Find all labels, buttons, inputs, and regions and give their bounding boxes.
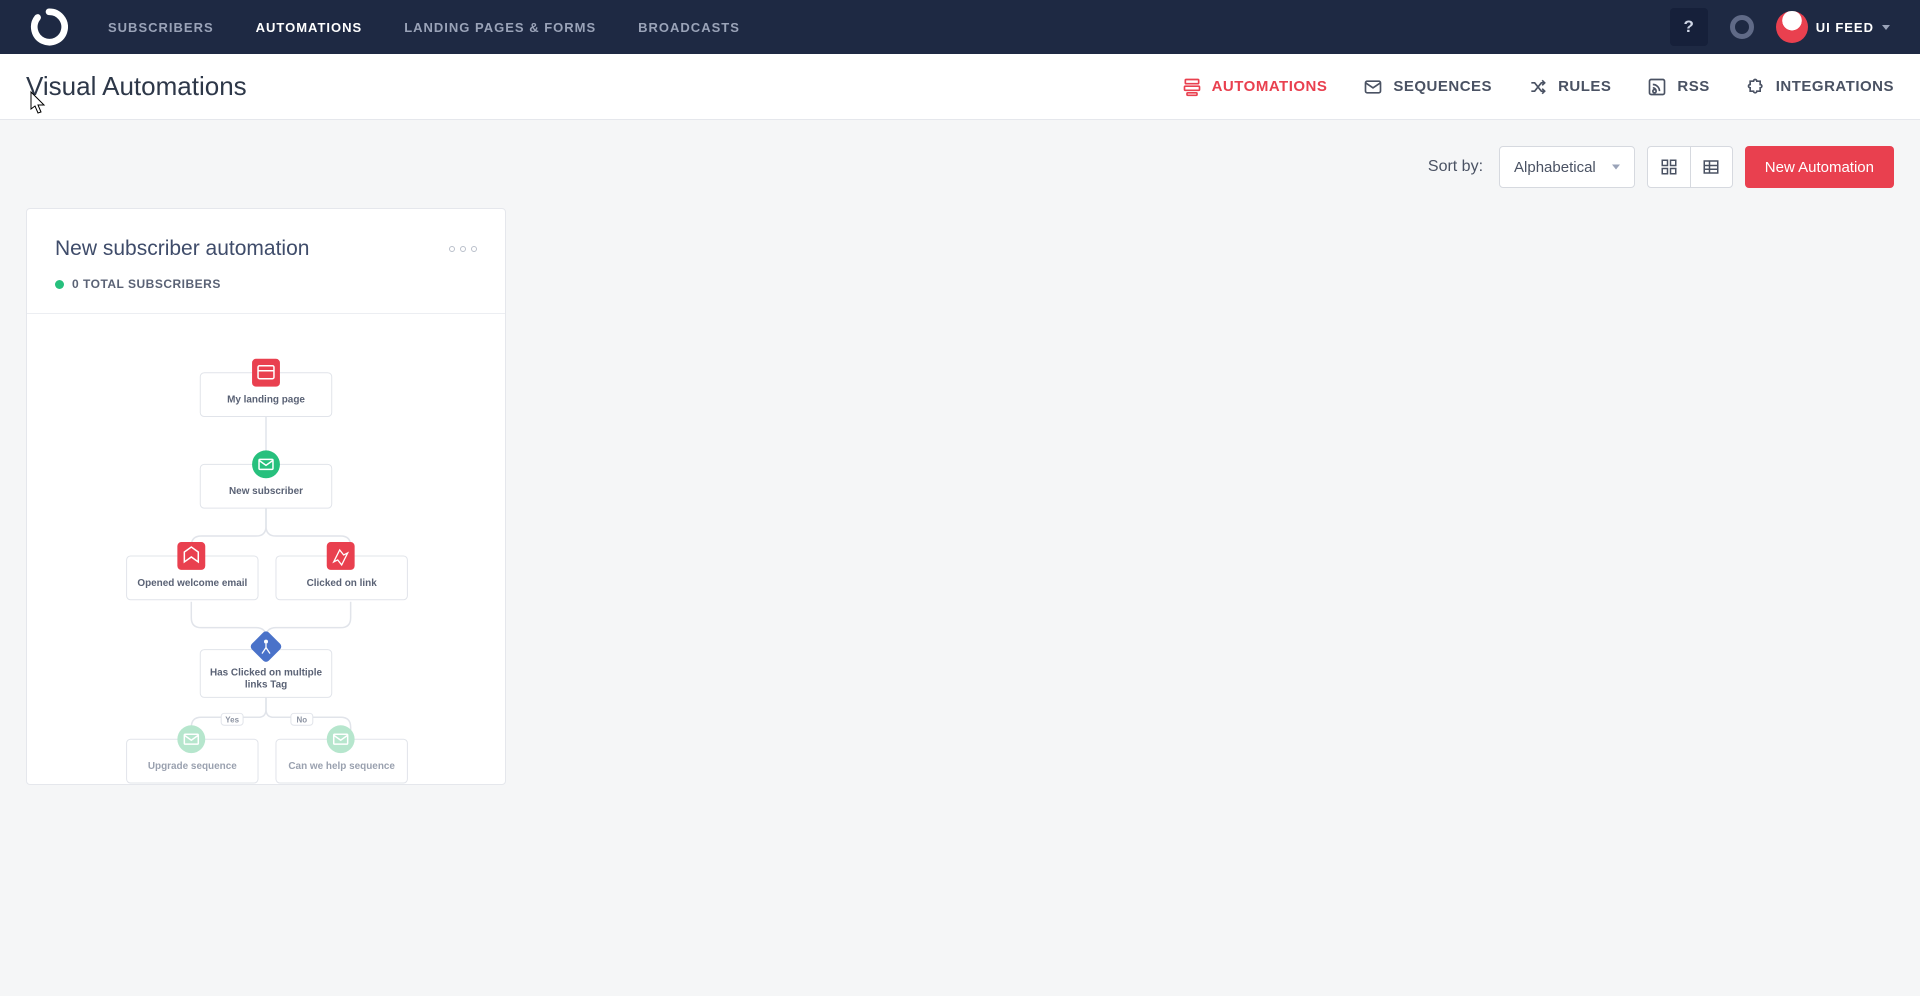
svg-text:Yes: Yes: [225, 715, 239, 724]
card-more-icon[interactable]: [449, 246, 477, 252]
rss-icon: [1647, 77, 1667, 97]
secondary-nav: AUTOMATIONS SEQUENCES RULES RSS INTEGRAT…: [1182, 77, 1894, 97]
subnav-rules[interactable]: RULES: [1528, 77, 1611, 97]
node-upgrade-label: Upgrade sequence: [148, 761, 237, 772]
subnav-sequences[interactable]: SEQUENCES: [1363, 77, 1492, 97]
sort-select[interactable]: Alphabetical: [1499, 146, 1635, 188]
node-new-subscriber: New subscriber: [200, 450, 331, 508]
node-help-sequence: Can we help sequence: [276, 725, 407, 783]
secondary-bar: Visual Automations AUTOMATIONS SEQUENCES…: [0, 54, 1920, 120]
automation-icon: [1182, 77, 1202, 97]
card-title[interactable]: New subscriber automation: [55, 237, 309, 261]
node-upgrade-sequence: Upgrade sequence: [127, 725, 258, 783]
status-indicator-icon: [1730, 15, 1754, 39]
user-label: UI FEED: [1816, 20, 1874, 35]
view-list-button[interactable]: [1690, 147, 1732, 187]
shuffle-icon: [1528, 77, 1548, 97]
nav-landing-pages[interactable]: LANDING PAGES & FORMS: [404, 20, 596, 35]
node-help-label: Can we help sequence: [288, 761, 395, 772]
user-menu[interactable]: UI FEED: [1776, 11, 1890, 43]
help-button[interactable]: ?: [1670, 8, 1708, 46]
nav-subscribers[interactable]: SUBSCRIBERS: [108, 20, 214, 35]
new-automation-button[interactable]: New Automation: [1745, 146, 1894, 188]
node-newsub-label: New subscriber: [229, 486, 303, 497]
node-landing-page: My landing page: [200, 359, 331, 417]
chevron-down-icon: [1882, 25, 1890, 30]
card-area: New subscriber automation 0 TOTAL SUBSCR…: [0, 208, 1920, 785]
node-cond-l1: Has Clicked on multiple: [210, 667, 323, 678]
node-clicked-label: Clicked on link: [307, 578, 378, 589]
svg-text:No: No: [297, 715, 308, 724]
node-opened-email: Opened welcome email: [127, 542, 258, 600]
view-toggle: [1647, 146, 1733, 188]
topnav-links: SUBSCRIBERS AUTOMATIONS LANDING PAGES & …: [108, 20, 740, 35]
puzzle-icon: [1746, 77, 1766, 97]
grid-icon: [1660, 158, 1678, 176]
subscribers-row: 0 TOTAL SUBSCRIBERS: [55, 277, 477, 291]
node-landing-label: My landing page: [227, 395, 305, 406]
top-nav: SUBSCRIBERS AUTOMATIONS LANDING PAGES & …: [0, 0, 1920, 54]
toolbar: Sort by: Alphabetical New Automation: [0, 120, 1920, 208]
page-title: Visual Automations: [26, 71, 247, 102]
automation-card[interactable]: New subscriber automation 0 TOTAL SUBSCR…: [26, 208, 506, 785]
subnav-rss[interactable]: RSS: [1647, 77, 1709, 97]
node-condition: Has Clicked on multiple links Tag: [200, 630, 331, 698]
card-header: New subscriber automation 0 TOTAL SUBSCR…: [27, 209, 505, 314]
logo[interactable]: [30, 8, 68, 46]
envelope-icon: [1363, 77, 1383, 97]
subscribers-count: 0 TOTAL SUBSCRIBERS: [72, 277, 221, 291]
loop-icon: [30, 8, 68, 46]
pill-no: No: [291, 713, 313, 725]
node-cond-l2: links Tag: [245, 679, 287, 690]
list-icon: [1702, 158, 1720, 176]
subnav-integrations[interactable]: INTEGRATIONS: [1746, 77, 1894, 97]
view-grid-button[interactable]: [1648, 147, 1690, 187]
subnav-automations[interactable]: AUTOMATIONS: [1182, 77, 1328, 97]
node-opened-label: Opened welcome email: [137, 578, 247, 589]
node-clicked-link: Clicked on link: [276, 542, 407, 600]
status-dot-icon: [55, 280, 64, 289]
sort-label: Sort by:: [1428, 158, 1483, 176]
flow-preview: My landing page New subscriber Opened we…: [27, 314, 505, 784]
chevron-down-icon: [1612, 165, 1620, 170]
nav-broadcasts[interactable]: BROADCASTS: [638, 20, 740, 35]
nav-automations[interactable]: AUTOMATIONS: [256, 20, 363, 35]
pill-yes: Yes: [221, 713, 243, 725]
avatar: [1776, 11, 1808, 43]
